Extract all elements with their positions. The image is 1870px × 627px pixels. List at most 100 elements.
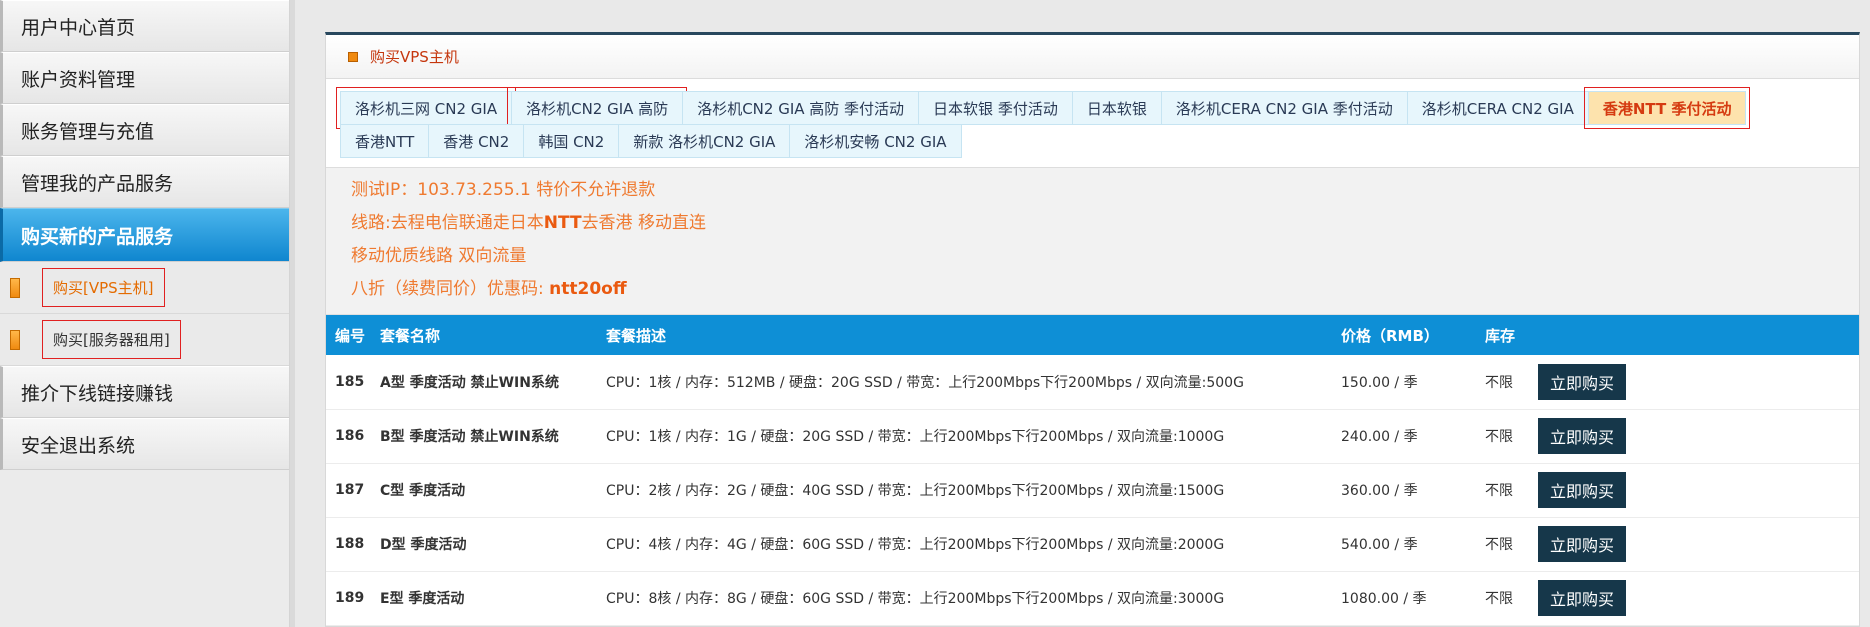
buy-now-button[interactable]: 立即购买 (1538, 363, 1627, 400)
sidebar-item-label: 账务管理与充值 (21, 120, 155, 143)
tab-label: 香港 CN2 (443, 132, 510, 151)
tab-la-cn2-gia-ddos-quarterly[interactable]: 洛杉机CN2 GIA 高防 季付活动 (682, 91, 920, 125)
tab-japan-softbank-quarterly[interactable]: 日本软银 季付活动 (918, 91, 1073, 125)
column-header-stock: 库存 (1476, 315, 1529, 355)
tab-new-la-cn2-gia[interactable]: 新款 洛杉机CN2 GIA (618, 124, 791, 158)
tab-label: 洛杉机CERA CN2 GIA 季付活动 (1175, 99, 1393, 118)
table-row: 188 D型 季度活动 CPU：4核 / 内存：4G / 硬盘：60G SSD … (326, 517, 1859, 572)
tab-label: 新款 洛杉机CN2 GIA (633, 132, 776, 151)
note-coupon: 八折（续费同价）优惠码: ntt20off (351, 273, 1834, 306)
tab-la-cera-quarterly[interactable]: 洛杉机CERA CN2 GIA 季付活动 (1160, 91, 1408, 125)
tab-label: 洛杉机CN2 GIA 高防 季付活动 (697, 99, 905, 118)
product-notes: 测试IP：103.73.255.1 特价不允许退款 线路:去程电信联通走日本NT… (326, 168, 1859, 315)
buy-now-button[interactable]: 立即购买 (1538, 418, 1627, 454)
tab-japan-softbank[interactable]: 日本软银 (1071, 91, 1162, 125)
app-window: 用户中心首页 账户资料管理 账务管理与充值 管理我的产品服务 购买新的产品服务 … (0, 0, 1870, 627)
plan-desc: CPU：1核 / 内存：512MB / 硬盘：20G SSD / 带宽：上行20… (597, 355, 1332, 410)
tab-korea-cn2[interactable]: 韩国 CN2 (523, 124, 620, 158)
main-panel: 购买VPS主机 洛杉机三网 CN2 GIA 洛杉机CN2 GIA 高防 洛杉机C… (325, 32, 1860, 627)
plan-name: B型 季度活动 禁止WIN系统 (371, 409, 597, 464)
column-header-desc: 套餐描述 (597, 315, 1332, 355)
note-test-ip: 测试IP：103.73.255.1 特价不允许退款 (351, 180, 656, 200)
plan-id: 185 (326, 355, 371, 410)
sidebar-item-label: 管理我的产品服务 (21, 172, 174, 195)
plan-stock: 不限 (1476, 409, 1529, 464)
sidebar-subitem-label: 购买[服务器租用] (42, 320, 181, 359)
buy-now-button[interactable]: 立即购买 (1538, 580, 1627, 616)
tab-label: 韩国 CN2 (538, 132, 605, 151)
buy-now-button[interactable]: 立即购买 (1538, 526, 1627, 562)
plan-name: A型 季度活动 禁止WIN系统 (371, 355, 597, 410)
tab-label: 日本软银 (1086, 99, 1147, 118)
column-header-price: 价格（RMB） (1332, 315, 1476, 355)
tab-label: 洛杉机CERA CN2 GIA (1421, 99, 1574, 118)
plan-id: 186 (326, 409, 371, 464)
plan-desc: CPU：8核 / 内存：8G / 硬盘：60G SSD / 带宽：上行200Mb… (597, 571, 1332, 626)
plans-table: 编号 套餐名称 套餐描述 价格（RMB） 库存 185 A型 季度活动 禁止WI… (326, 315, 1859, 626)
sidebar-subitem-buy-vps[interactable]: 购买[VPS主机] (0, 262, 289, 314)
sidebar-item-billing[interactable]: 账务管理与充值 (0, 104, 289, 156)
column-header-id: 编号 (326, 315, 371, 355)
panel-header: 购买VPS主机 (326, 35, 1859, 79)
plan-price: 150.00 / 季 (1332, 355, 1476, 410)
sidebar-item-logout[interactable]: 安全退出系统 (0, 418, 289, 470)
table-header-row: 编号 套餐名称 套餐描述 价格（RMB） 库存 (326, 315, 1859, 355)
plan-action: 立即购买 (1529, 355, 1859, 410)
column-header-name: 套餐名称 (371, 315, 597, 355)
sidebar-item-user-home[interactable]: 用户中心首页 (0, 0, 289, 52)
table-row: 189 E型 季度活动 CPU：8核 / 内存：8G / 硬盘：60G SSD … (326, 571, 1859, 626)
note-text: 去香港 移动直连 (581, 213, 706, 233)
note-route: 线路:去程电信联通走日本NTT去香港 移动直连 (351, 207, 1834, 240)
product-tabs: 洛杉机三网 CN2 GIA 洛杉机CN2 GIA 高防 洛杉机CN2 GIA 高… (326, 79, 1859, 168)
sidebar-subitem-buy-server[interactable]: 购买[服务器租用] (0, 314, 289, 366)
tab-hk-ntt[interactable]: 香港NTT (340, 124, 430, 158)
note-mobile: 移动优质线路 双向流量 (351, 246, 527, 266)
sidebar-item-label: 安全退出系统 (21, 434, 136, 457)
tab-label: 香港NTT (355, 132, 415, 151)
coupon-code: ntt20off (549, 279, 627, 299)
plan-name: D型 季度活动 (371, 517, 597, 572)
plan-price: 1080.00 / 季 (1332, 571, 1476, 626)
note-text: 线路:去程电信联通走日本 (351, 213, 544, 233)
square-bullet-icon (348, 51, 358, 62)
plan-id: 189 (326, 571, 371, 626)
plan-action: 立即购买 (1529, 517, 1859, 572)
plan-action: 立即购买 (1529, 571, 1859, 626)
tab-la-cera[interactable]: 洛杉机CERA CN2 GIA (1406, 91, 1589, 125)
buy-now-button[interactable]: 立即购买 (1538, 472, 1627, 508)
tab-la-cn2-gia-ddos[interactable]: 洛杉机CN2 GIA 高防 (507, 87, 688, 129)
tab-la-cn2-gia-3net[interactable]: 洛杉机三网 CN2 GIA (335, 87, 517, 129)
sidebar-item-my-products[interactable]: 管理我的产品服务 (0, 156, 289, 208)
plan-stock: 不限 (1476, 571, 1529, 626)
plan-price: 540.00 / 季 (1332, 517, 1476, 572)
sidebar-item-referral[interactable]: 推介下线链接赚钱 (0, 366, 289, 418)
tab-label: 洛杉机CN2 GIA 高防 (526, 99, 669, 118)
note-text: 八折（续费同价）优惠码: (351, 279, 550, 299)
plan-stock: 不限 (1476, 463, 1529, 518)
sidebar-item-label: 账户资料管理 (21, 68, 136, 91)
tab-label: 日本软银 季付活动 (933, 99, 1058, 118)
tab-la-anchang-cn2-gia[interactable]: 洛杉机安畅 CN2 GIA (789, 124, 962, 158)
tab-hk-ntt-quarterly[interactable]: 香港NTT 季付活动 (1583, 87, 1751, 129)
plan-price: 360.00 / 季 (1332, 463, 1476, 518)
note-text-bold: NTT (543, 213, 582, 233)
plan-price: 240.00 / 季 (1332, 409, 1476, 464)
plan-action: 立即购买 (1529, 409, 1859, 464)
plan-desc: CPU：4核 / 内存：4G / 硬盘：60G SSD / 带宽：上行200Mb… (597, 517, 1332, 572)
column-header-action (1529, 315, 1859, 355)
plan-id: 188 (326, 517, 371, 572)
sidebar-item-account-profile[interactable]: 账户资料管理 (0, 52, 289, 104)
plan-stock: 不限 (1476, 517, 1529, 572)
tab-label: 香港NTT 季付活动 (1602, 99, 1732, 118)
sidebar-item-label: 推介下线链接赚钱 (21, 382, 174, 405)
tab-label: 洛杉机三网 CN2 GIA (355, 99, 498, 118)
sidebar-item-buy-products[interactable]: 购买新的产品服务 (0, 208, 289, 262)
bullet-marker-icon (10, 329, 20, 350)
tab-hk-cn2[interactable]: 香港 CN2 (428, 124, 525, 158)
table-row: 187 C型 季度活动 CPU：2核 / 内存：2G / 硬盘：40G SSD … (326, 463, 1859, 518)
table-row: 185 A型 季度活动 禁止WIN系统 CPU：1核 / 内存：512MB / … (326, 355, 1859, 410)
plan-stock: 不限 (1476, 355, 1529, 410)
page-title: 购买VPS主机 (370, 48, 459, 66)
plan-id: 187 (326, 463, 371, 518)
plan-desc: CPU：1核 / 内存：1G / 硬盘：20G SSD / 带宽：上行200Mb… (597, 409, 1332, 464)
